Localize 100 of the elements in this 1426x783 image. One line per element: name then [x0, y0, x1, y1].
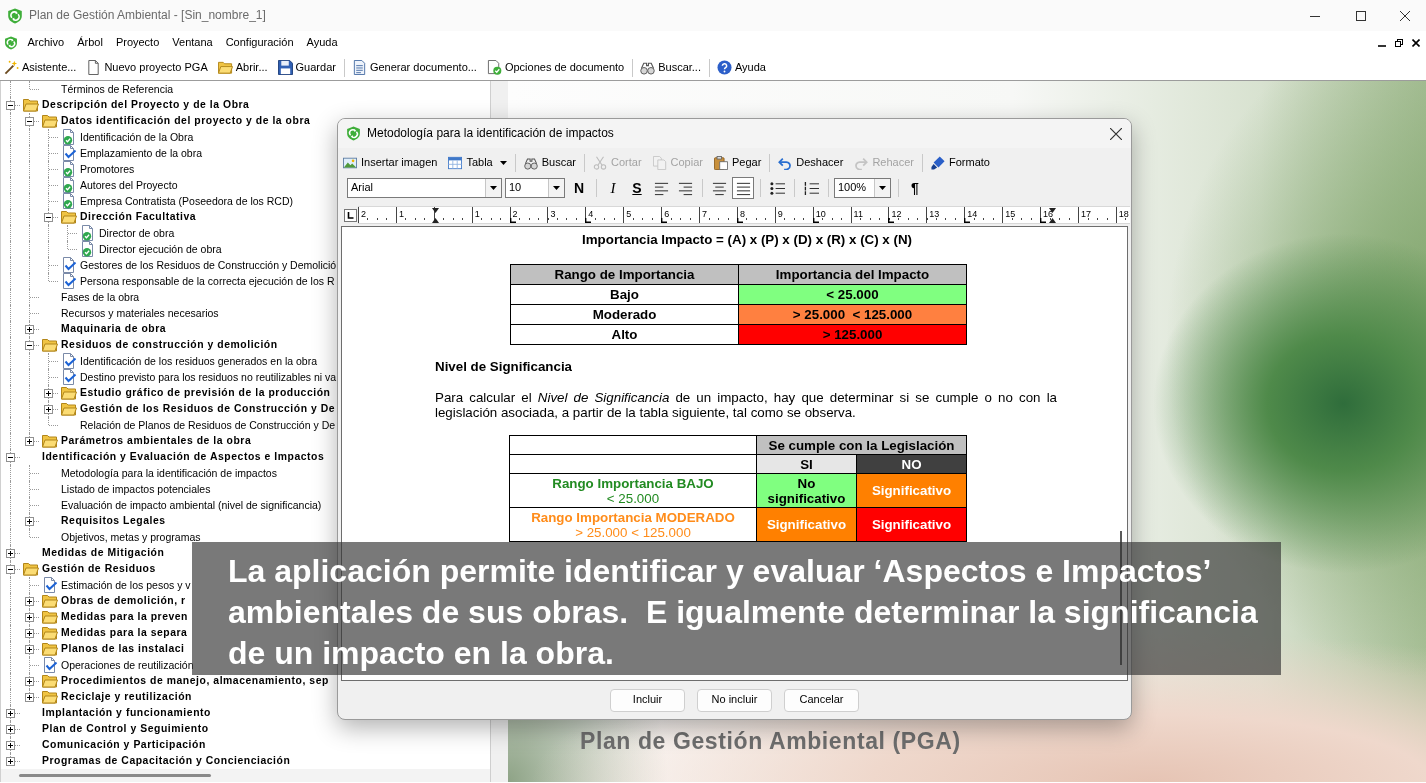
- tree-item[interactable]: Operaciones de reutilización: [61, 657, 194, 673]
- expand-icon[interactable]: [25, 693, 34, 702]
- menu-item[interactable]: Configuración: [219, 32, 301, 54]
- tree-item[interactable]: Relación de Planos de Residuos de Construcción y De: [80, 417, 336, 433]
- scrollbar-thumb[interactable]: [19, 774, 211, 777]
- toolbar-button[interactable]: Nuevo proyecto PGA: [84, 56, 210, 79]
- tree-item[interactable]: Promotores: [80, 161, 135, 177]
- tree-item[interactable]: Procedimientos de manejo, almacenamiento, sep: [61, 673, 329, 689]
- toolbar-button[interactable]: Opciones de documento: [484, 56, 627, 79]
- dialog-button[interactable]: Cancelar: [784, 688, 859, 712]
- menu-item[interactable]: Ayuda: [300, 32, 345, 54]
- expand-icon[interactable]: [6, 709, 15, 718]
- tree-item[interactable]: Medidas para la preven: [61, 609, 189, 625]
- expand-icon[interactable]: [25, 645, 34, 654]
- tree-item[interactable]: Residuos de construcción y demolición: [61, 337, 278, 353]
- menu-item[interactable]: Proyecto: [109, 32, 166, 54]
- tree-item[interactable]: Medidas para la separa: [61, 625, 188, 641]
- tree-item[interactable]: Dirección Facultativa: [80, 209, 197, 225]
- combo-box[interactable]: 10: [505, 178, 565, 198]
- tree-item[interactable]: Implantación y funcionamiento: [42, 705, 211, 721]
- expand-icon[interactable]: [6, 741, 15, 750]
- expand-icon[interactable]: [25, 677, 34, 686]
- tree-item[interactable]: Comunicación y Participación: [42, 737, 206, 753]
- expand-icon[interactable]: [6, 725, 15, 734]
- tree-item[interactable]: Estudio gráfico de previsión de la producción: [80, 385, 331, 401]
- bold-button[interactable]: N: [568, 177, 590, 199]
- tree-item[interactable]: Emplazamiento de la obra: [80, 145, 202, 161]
- tree-item[interactable]: Director ejecución de obra: [99, 241, 222, 257]
- toolbar-button[interactable]: Deshacer: [775, 152, 847, 174]
- collapse-icon[interactable]: [25, 117, 34, 126]
- expand-icon[interactable]: [25, 325, 34, 334]
- tree-item[interactable]: Metodología para la identificación de impactos: [61, 465, 277, 481]
- expand-icon[interactable]: [44, 405, 53, 414]
- tree-item[interactable]: Identificación de la Obra: [80, 129, 194, 145]
- format-button[interactable]: [732, 177, 754, 199]
- collapse-icon[interactable]: [25, 341, 34, 350]
- tree-item[interactable]: Recursos y materiales necesarios: [61, 305, 219, 321]
- toolbar-button[interactable]: Asistente...: [2, 56, 79, 79]
- combo-box[interactable]: 100%: [834, 178, 891, 198]
- italic-button[interactable]: I: [602, 177, 624, 199]
- tree-item[interactable]: Gestión de los Residuos de Construcción y De: [80, 401, 336, 417]
- tree-item[interactable]: Requisitos Legales: [61, 513, 166, 529]
- tree-item[interactable]: Persona responsable de la correcta ejecución de los R: [80, 273, 335, 289]
- tree-item[interactable]: Identificación de los residuos generados en la obra: [80, 353, 317, 369]
- toolbar-button[interactable]: Tabla: [445, 152, 510, 174]
- collapse-icon[interactable]: [44, 213, 53, 222]
- restore-button[interactable]: [1392, 36, 1406, 50]
- menu-item[interactable]: Archivo: [21, 32, 71, 54]
- tree-item[interactable]: Estimación de los pesos y v: [61, 577, 191, 593]
- toolbar-button[interactable]: Pegar: [710, 152, 765, 174]
- tree-item[interactable]: Plan de Control y Seguimiento: [42, 721, 209, 737]
- tree-item[interactable]: Gestión de Residuos: [42, 561, 156, 577]
- toolbar-button[interactable]: Insertar imagen: [340, 152, 441, 174]
- tree-item[interactable]: Términos de Referencia: [61, 81, 174, 97]
- tree-item[interactable]: Parámetros ambientales de la obra: [61, 433, 252, 449]
- underline-button[interactable]: S: [626, 177, 648, 199]
- toolbar-button[interactable]: Buscar: [520, 152, 579, 174]
- toolbar-button[interactable]: Buscar...: [638, 56, 703, 79]
- menu-item[interactable]: Ventana: [165, 32, 220, 54]
- tree-item[interactable]: Datos identificación del proyecto y de la obra: [61, 113, 311, 129]
- collapse-icon[interactable]: [6, 101, 15, 110]
- toolbar-button[interactable]: Generar documento...: [349, 56, 479, 79]
- tree-item[interactable]: Fases de la obra: [61, 289, 140, 305]
- expand-icon[interactable]: [6, 549, 15, 558]
- expand-icon[interactable]: [6, 757, 15, 766]
- collapse-icon[interactable]: [6, 453, 15, 462]
- tree-item[interactable]: Planos de las instalaci: [61, 641, 185, 657]
- tree-item[interactable]: Reciclaje y reutilización: [61, 689, 192, 705]
- toolbar-button[interactable]: Ayuda: [715, 56, 768, 79]
- tree-item[interactable]: Empresa Contratista (Poseedora de los RCD): [80, 193, 293, 209]
- combo-box[interactable]: Arial: [347, 178, 502, 198]
- toolbar-button[interactable]: Formato: [927, 152, 993, 174]
- dialog-button[interactable]: Incluir: [610, 688, 685, 712]
- tree-item[interactable]: Obras de demolición, r: [61, 593, 186, 609]
- scrollbar-thumb[interactable]: [1120, 531, 1122, 665]
- paragraph-mark-button[interactable]: ¶: [904, 177, 926, 199]
- expand-icon[interactable]: [25, 437, 34, 446]
- tree-item[interactable]: Evaluación de impacto ambiental (nivel de significancia): [61, 497, 322, 513]
- expand-icon[interactable]: [25, 597, 34, 606]
- close-button[interactable]: [1409, 36, 1423, 50]
- menu-item[interactable]: Árbol: [70, 32, 110, 54]
- toolbar-button[interactable]: Abrir...: [215, 56, 270, 79]
- tree-item[interactable]: Gestores de los Residuos de Construcción y Demolició: [80, 257, 337, 273]
- tree-item[interactable]: Maquinaria de obra: [61, 321, 167, 337]
- tree-item[interactable]: Identificación y Evaluación de Aspectos e Impactos: [42, 449, 325, 465]
- expand-icon[interactable]: [25, 613, 34, 622]
- tree-item[interactable]: Listado de impactos potenciales: [61, 481, 211, 497]
- toolbar-button[interactable]: Guardar: [275, 56, 338, 79]
- expand-icon[interactable]: [44, 389, 53, 398]
- expand-icon[interactable]: [25, 629, 34, 638]
- tree-item[interactable]: Autores del Proyecto: [80, 177, 178, 193]
- dialog-button[interactable]: No incluir: [697, 688, 772, 712]
- tree-item[interactable]: Descripción del Proyecto y de la Obra: [42, 97, 250, 113]
- tree-item[interactable]: Objetivos, metas y programas: [61, 529, 201, 545]
- tree-item[interactable]: Destino previsto para los residuos no reutilizables ni va: [80, 369, 337, 385]
- tree-item[interactable]: Medidas de Mitigación: [42, 545, 165, 561]
- collapse-icon[interactable]: [6, 565, 15, 574]
- tree-item[interactable]: Director de obra: [99, 225, 175, 241]
- expand-icon[interactable]: [25, 517, 34, 526]
- tree-item[interactable]: Programas de Capacitación y Concienciación: [42, 753, 291, 769]
